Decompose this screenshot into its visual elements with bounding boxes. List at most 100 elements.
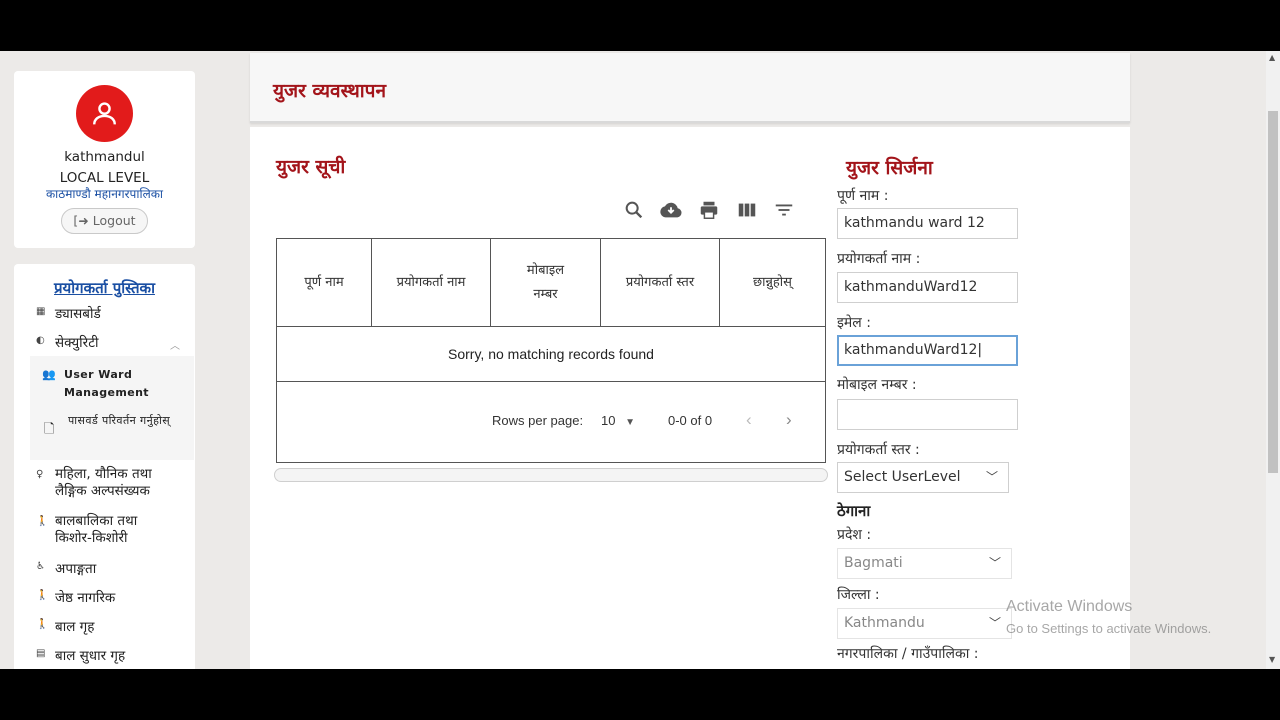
wheelchair-icon: ♿ (36, 561, 45, 572)
sidebar-item-label: महिला, यौनिक तथा लैङ्गिक अल्पसंख्यक (55, 466, 152, 499)
column-header-select[interactable]: छान्नुहोस् (720, 239, 825, 327)
profile-card: kathmandul LOCAL LEVEL काठमाण्डौ महानगरप… (14, 71, 195, 248)
grid-icon: ▦ (36, 306, 46, 317)
elderly-icon: 🚶 (36, 590, 49, 601)
email-value: kathmanduWard12 (844, 342, 978, 358)
sidebar-item-security[interactable]: ◐ सेक्युरिटी (36, 333, 99, 351)
username-label: प्रयोगकर्ता नाम : (837, 251, 921, 267)
email-input[interactable]: kathmanduWard12| (837, 335, 1018, 366)
sidebar-item-label: बाल सुधार गृह (55, 648, 126, 664)
sidebar-title[interactable]: प्रयोगकर्ता पुस्तिका (14, 278, 195, 298)
sidebar-item-label: जेष्ठ नागरिक (55, 590, 116, 606)
submenu-item-user-ward-management[interactable]: 👥 User Ward Management (42, 366, 182, 402)
table-horizontal-scrollbar[interactable] (274, 468, 828, 482)
filter-icon[interactable] (773, 199, 795, 221)
column-header-full-name[interactable]: पूर्ण नाम (277, 239, 372, 327)
sidebar-item-label: अपाङ्गता (55, 561, 97, 577)
chevron-up-icon[interactable]: ︿ (170, 337, 180, 352)
print-icon[interactable] (698, 199, 720, 221)
sidebar-item-label: बाल गृह (55, 619, 95, 635)
rows-per-page-value: 10 (601, 413, 616, 428)
mobile-input[interactable] (837, 399, 1018, 430)
sidebar-item-label: बालबालिका तथा किशोर-किशोरी (55, 513, 138, 546)
rows-per-page-label: Rows per page: (492, 413, 584, 428)
download-icon[interactable] (660, 199, 682, 221)
users-icon: 👥 (42, 368, 57, 381)
user-icon (93, 102, 116, 125)
userlevel-select[interactable]: Select UserLevel ﹀ (837, 462, 1009, 493)
rows-per-page-select[interactable]: 10 ▼ (601, 413, 635, 428)
create-user-title: युजर सिर्जना (846, 157, 933, 179)
email-label: इमेल : (837, 315, 871, 331)
userlevel-value: Select UserLevel (844, 469, 961, 485)
child-icon: 🚶 (36, 619, 49, 630)
table-header: पूर्ण नाम प्रयोगकर्ता नाम मोबाइल नम्बर प… (277, 239, 825, 327)
sidebar-item-women[interactable]: ♀ महिला, यौनिक तथा लैङ्गिक अल्पसंख्यक (36, 466, 186, 500)
user-table: पूर्ण नाम प्रयोगकर्ता नाम मोबाइल नम्बर प… (276, 238, 826, 463)
search-icon[interactable] (623, 199, 645, 221)
sidebar-item-child-home[interactable]: 🚶 बाल गृह (36, 617, 94, 635)
column-header-mobile[interactable]: मोबाइल नम्बर (491, 239, 601, 327)
chevron-down-icon: ﹀ (985, 470, 998, 484)
activate-windows-watermark: Activate Windows (1006, 598, 1133, 615)
activate-windows-hint: Go to Settings to activate Windows. (1006, 621, 1212, 636)
column-header-userlevel[interactable]: प्रयोगकर्ता स्तर (601, 239, 720, 327)
full-name-input[interactable]: kathmandu ward 12 (837, 208, 1018, 239)
page-header: युजर व्यवस्थापन (250, 53, 1130, 123)
district-label: जिल्ला : (837, 587, 880, 603)
district-value: Kathmandu (844, 615, 925, 631)
logout-label: Logout (92, 213, 136, 228)
building-icon: ▤ (36, 648, 46, 659)
sidebar-item-dashboard[interactable]: ▦ ड्यासबोर्ड (36, 304, 101, 322)
child-icon: 🚶 (36, 516, 49, 527)
submenu-item-label: पासवर्ड परिवर्तन गर्नुहोस् (68, 414, 171, 427)
username-input[interactable]: kathmanduWard12 (837, 272, 1018, 303)
province-value: Bagmati (844, 555, 903, 571)
district-select[interactable]: Kathmandu ﹀ (837, 608, 1012, 639)
chevron-down-icon: ﹀ (988, 616, 1001, 630)
profile-level: LOCAL LEVEL (59, 170, 150, 186)
province-label: प्रदेश : (837, 527, 872, 543)
logout-button[interactable]: [➜ Logout (61, 208, 148, 234)
sidebar-item-senior-citizen[interactable]: 🚶 जेष्ठ नागरिक (36, 588, 115, 606)
userlevel-label: प्रयोगकर्ता स्तर : (837, 442, 920, 458)
user-list-title: युजर सूची (276, 156, 346, 178)
page-title: युजर व्यवस्थापन (273, 80, 386, 102)
mobile-label: मोबाइल नम्बर : (837, 377, 917, 393)
scroll-up-icon[interactable]: ▲ (1269, 53, 1275, 62)
caret-down-icon: ▼ (625, 417, 635, 428)
sidebar-item-label: ड्यासबोर्ड (55, 306, 101, 322)
full-name-label: पूर्ण नाम : (837, 188, 889, 204)
avatar (76, 85, 133, 142)
next-page-icon[interactable]: › (786, 410, 792, 430)
female-icon: ♀ (36, 469, 44, 480)
scroll-down-icon[interactable]: ▼ (1269, 655, 1275, 664)
page-scrollbar-thumb[interactable] (1268, 111, 1278, 473)
column-header-username[interactable]: प्रयोगकर्ता नाम (372, 239, 491, 327)
chevron-down-icon: ﹀ (988, 556, 1001, 570)
municipality-label: नगरपालिका / गाउँपालिका : (837, 646, 979, 662)
sidebar-item-children[interactable]: 🚶 बालबालिका तथा किशोर-किशोरी (36, 513, 176, 547)
sidebar-item-label: सेक्युरिटी (55, 335, 99, 351)
empty-message: Sorry, no matching records found (277, 327, 825, 382)
pagination: Rows per page: 10 ▼ 0-0 of 0 ‹ › (277, 382, 825, 462)
app-screen: kathmandul LOCAL LEVEL काठमाण्डौ महानगरप… (0, 51, 1280, 669)
province-select[interactable]: Bagmati ﹀ (837, 548, 1012, 579)
sidebar: प्रयोगकर्ता पुस्तिका ▦ ड्यासबोर्ड ◐ सेक्यु… (14, 264, 195, 669)
columns-icon[interactable] (736, 199, 758, 221)
submenu-item-label: User Ward Management (64, 368, 149, 399)
sidebar-item-child-correction-home[interactable]: ▤ बाल सुधार गृह (36, 646, 125, 664)
profile-name: kathmandul (64, 149, 145, 165)
logout-icon: [➜ (73, 213, 93, 228)
profile-org: काठमाण्डौ महानगरपालिका (45, 187, 164, 201)
sidebar-item-disability[interactable]: ♿ अपाङ्गता (36, 559, 96, 577)
video-letterbox-top (0, 0, 1280, 51)
address-heading: ठेगाना (837, 502, 871, 520)
document-icon: 🗋 (44, 422, 55, 437)
prev-page-icon[interactable]: ‹ (746, 410, 752, 430)
shield-icon: ◐ (36, 335, 45, 346)
main-panel: युजर सूची पूर्ण नाम प्रयोगकर्ता नाम मोबा… (250, 127, 1130, 669)
submenu-item-change-password[interactable]: 🗋 पासवर्ड परिवर्तन गर्नुहोस् (44, 412, 184, 448)
page-range: 0-0 of 0 (668, 413, 713, 428)
text-cursor: | (977, 342, 983, 358)
